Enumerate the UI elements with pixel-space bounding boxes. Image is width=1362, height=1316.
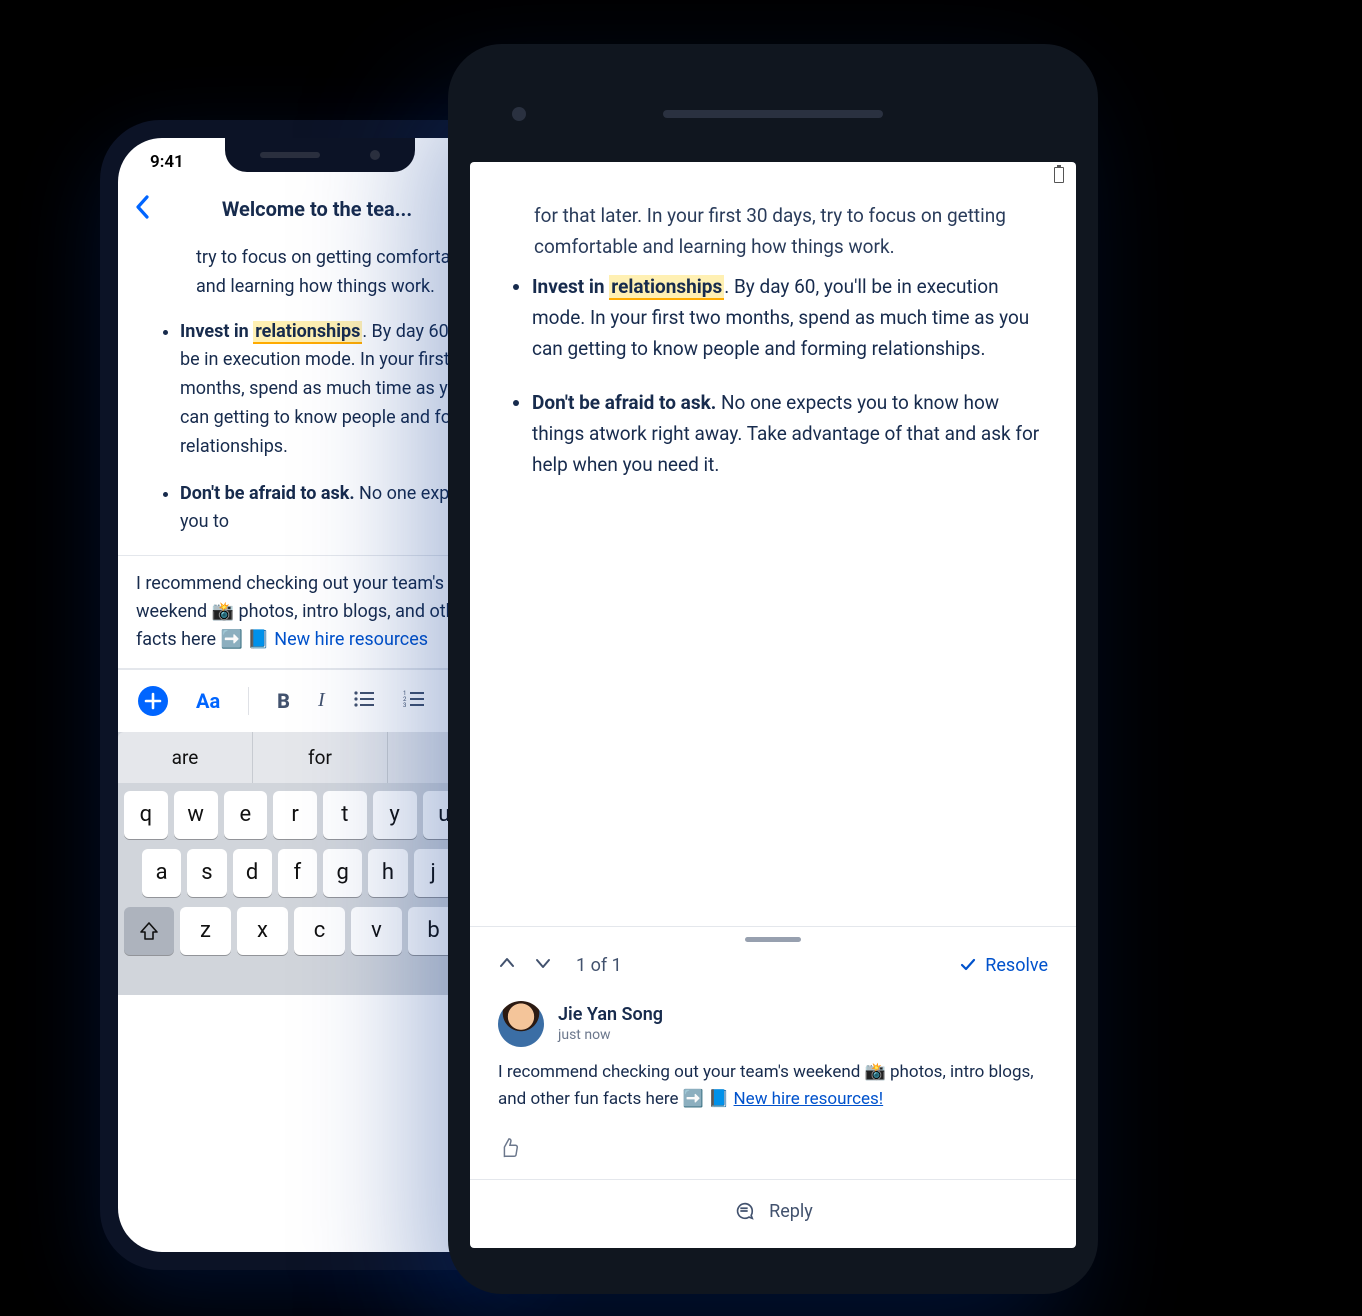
numbered-list-icon: 123 bbox=[403, 690, 425, 708]
battery-icon bbox=[1054, 167, 1064, 183]
android-top-bezel bbox=[470, 66, 1076, 162]
like-button[interactable] bbox=[498, 1144, 520, 1163]
bullet-list-button[interactable] bbox=[353, 689, 375, 713]
chevron-up-icon bbox=[498, 954, 516, 972]
svg-text:3: 3 bbox=[403, 702, 406, 708]
bullet-list-icon bbox=[353, 690, 375, 708]
suggestion[interactable]: are bbox=[118, 732, 253, 783]
avatar[interactable] bbox=[498, 1001, 544, 1047]
shift-icon bbox=[139, 921, 159, 941]
key-c[interactable]: c bbox=[294, 907, 345, 955]
chevron-left-icon bbox=[134, 194, 152, 220]
comment-author: Jie Yan Song just now bbox=[498, 1001, 1048, 1047]
bold-text: Invest in bbox=[180, 321, 253, 342]
bold-button[interactable]: B bbox=[277, 689, 290, 713]
key-j[interactable]: j bbox=[414, 849, 453, 897]
key-a[interactable]: a bbox=[142, 849, 181, 897]
comment-icon bbox=[733, 1200, 755, 1222]
comment-count: 1 of 1 bbox=[576, 955, 622, 976]
insert-button[interactable] bbox=[138, 686, 168, 716]
text-style-button[interactable]: Aa bbox=[196, 689, 220, 713]
reply-bar[interactable]: Reply bbox=[470, 1179, 1076, 1248]
comment-link[interactable]: New hire resources! bbox=[734, 1089, 884, 1109]
key-s[interactable]: s bbox=[187, 849, 226, 897]
like-row bbox=[470, 1127, 1076, 1179]
speaker-slot bbox=[260, 152, 320, 158]
comment-link[interactable]: New hire resources bbox=[274, 629, 428, 650]
key-d[interactable]: d bbox=[233, 849, 272, 897]
comment-nav-bar: 1 of 1 Resolve bbox=[470, 946, 1076, 995]
page-title: Welcome to the tea... bbox=[162, 197, 472, 221]
chevron-down-icon bbox=[534, 954, 552, 972]
thumbs-up-icon bbox=[498, 1137, 520, 1159]
key-w[interactable]: w bbox=[174, 791, 218, 839]
list-item: Invest in relationships. By day 60, you'… bbox=[532, 271, 1040, 365]
key-t[interactable]: t bbox=[323, 791, 367, 839]
comment-timestamp: just now bbox=[558, 1027, 663, 1043]
list-item: Don't be afraid to ask. No one expects y… bbox=[532, 387, 1040, 481]
key-f[interactable]: f bbox=[278, 849, 317, 897]
status-time: 9:41 bbox=[150, 152, 184, 172]
italic-button[interactable]: I bbox=[318, 689, 325, 712]
key-z[interactable]: z bbox=[180, 907, 231, 955]
key-q[interactable]: q bbox=[124, 791, 168, 839]
bold-text: Don't be afraid to ask. bbox=[532, 391, 716, 414]
front-camera bbox=[512, 107, 526, 121]
document-content[interactable]: for that later. In your first 30 days, t… bbox=[470, 188, 1076, 523]
resolve-button[interactable]: Resolve bbox=[959, 955, 1048, 976]
android-status-bar bbox=[470, 162, 1076, 188]
key-g[interactable]: g bbox=[323, 849, 362, 897]
comment-text: I recommend checking out your team's wee… bbox=[498, 1059, 1048, 1113]
bold-text: Invest in bbox=[532, 275, 609, 298]
key-v[interactable]: v bbox=[351, 907, 402, 955]
shift-key[interactable] bbox=[124, 907, 174, 955]
speaker-slot bbox=[663, 110, 883, 118]
android-screen: for that later. In your first 30 days, t… bbox=[470, 162, 1076, 1248]
android-frame: for that later. In your first 30 days, t… bbox=[448, 44, 1098, 1294]
plus-icon bbox=[144, 692, 162, 710]
divider bbox=[248, 687, 249, 715]
author-name: Jie Yan Song bbox=[558, 1004, 663, 1025]
front-camera bbox=[370, 150, 380, 160]
numbered-list-button[interactable]: 123 bbox=[403, 689, 425, 713]
key-h[interactable]: h bbox=[368, 849, 407, 897]
paragraph: for that later. In your first 30 days, t… bbox=[534, 200, 1040, 263]
comment-body: Jie Yan Song just now I recommend checki… bbox=[470, 995, 1076, 1127]
key-x[interactable]: x bbox=[237, 907, 288, 955]
key-r[interactable]: r bbox=[273, 791, 317, 839]
highlighted-text[interactable]: relationships bbox=[253, 321, 362, 344]
document-icon: 📘 bbox=[247, 629, 274, 650]
next-comment-button[interactable] bbox=[534, 954, 552, 977]
document-icon: 📘 bbox=[708, 1089, 733, 1109]
suggestion[interactable]: for bbox=[253, 732, 388, 783]
check-icon bbox=[959, 956, 977, 974]
iphone-notch bbox=[225, 138, 415, 172]
key-e[interactable]: e bbox=[224, 791, 268, 839]
back-button[interactable] bbox=[134, 194, 152, 224]
drag-handle[interactable] bbox=[470, 927, 1076, 946]
reply-label: Reply bbox=[769, 1201, 813, 1222]
bold-text: Don't be afraid to ask. bbox=[180, 483, 355, 504]
key-y[interactable]: y bbox=[373, 791, 417, 839]
highlighted-text[interactable]: relationships bbox=[609, 275, 724, 300]
prev-comment-button[interactable] bbox=[498, 954, 516, 977]
resolve-label: Resolve bbox=[985, 955, 1048, 976]
